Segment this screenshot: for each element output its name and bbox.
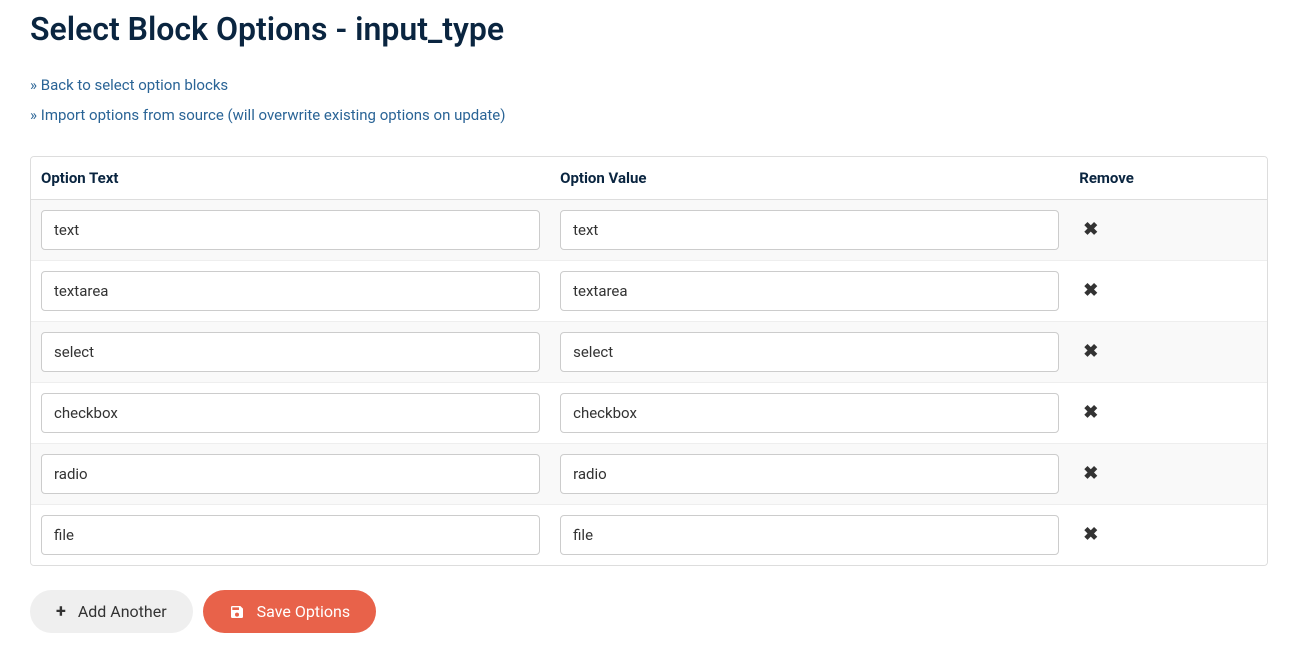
- close-icon[interactable]: ✖: [1079, 339, 1102, 365]
- close-icon[interactable]: ✖: [1079, 400, 1102, 426]
- option-text-input[interactable]: [41, 271, 540, 311]
- page-title: Select Block Options - input_type: [30, 10, 1268, 48]
- table-row: ✖: [31, 383, 1267, 444]
- option-text-input[interactable]: [41, 393, 540, 433]
- save-icon: [229, 604, 245, 620]
- options-table-wrap: Option Text Option Value Remove ✖ ✖ ✖ ✖ ✖ ✖: [30, 156, 1268, 566]
- option-value-input[interactable]: [560, 332, 1059, 372]
- header-option-value: Option Value: [550, 157, 1069, 200]
- close-icon[interactable]: ✖: [1079, 461, 1102, 487]
- option-value-input[interactable]: [560, 515, 1059, 555]
- table-row: ✖: [31, 200, 1267, 261]
- close-icon[interactable]: ✖: [1079, 217, 1102, 243]
- header-remove: Remove: [1069, 157, 1267, 200]
- table-row: ✖: [31, 505, 1267, 566]
- option-text-input[interactable]: [41, 210, 540, 250]
- plus-icon: +: [56, 603, 66, 621]
- option-value-input[interactable]: [560, 454, 1059, 494]
- option-text-input[interactable]: [41, 332, 540, 372]
- import-link[interactable]: » Import options from source (will overw…: [30, 106, 1268, 124]
- add-another-label: Add Another: [78, 602, 167, 621]
- save-options-label: Save Options: [257, 602, 351, 621]
- option-value-input[interactable]: [560, 271, 1059, 311]
- table-row: ✖: [31, 444, 1267, 505]
- save-options-button[interactable]: Save Options: [203, 590, 377, 633]
- header-option-text: Option Text: [31, 157, 550, 200]
- option-text-input[interactable]: [41, 515, 540, 555]
- table-row: ✖: [31, 261, 1267, 322]
- options-table: Option Text Option Value Remove ✖ ✖ ✖ ✖ ✖ ✖: [31, 157, 1267, 565]
- close-icon[interactable]: ✖: [1079, 278, 1102, 304]
- back-link[interactable]: » Back to select option blocks: [30, 76, 1268, 94]
- option-text-input[interactable]: [41, 454, 540, 494]
- table-row: ✖: [31, 322, 1267, 383]
- close-icon[interactable]: ✖: [1079, 522, 1102, 548]
- action-bar: + Add Another Save Options: [30, 590, 1268, 633]
- option-value-input[interactable]: [560, 210, 1059, 250]
- option-value-input[interactable]: [560, 393, 1059, 433]
- add-another-button[interactable]: + Add Another: [30, 590, 193, 633]
